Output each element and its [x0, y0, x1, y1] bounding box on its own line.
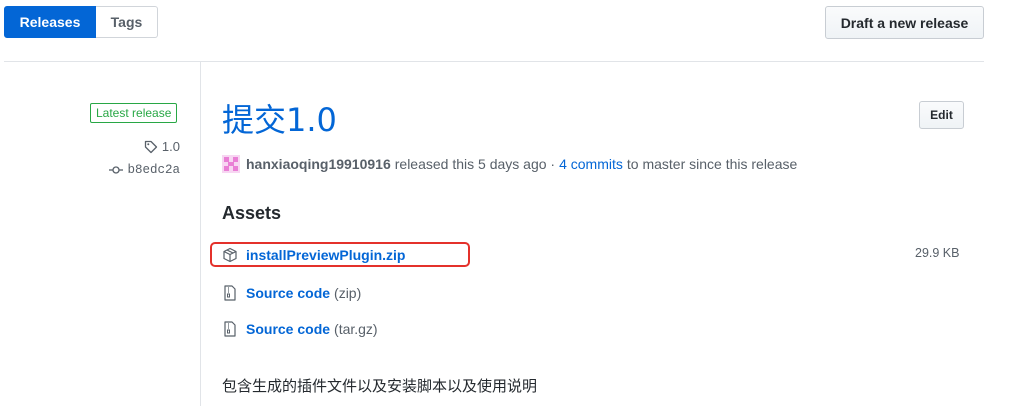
sidebar-divider [200, 62, 201, 406]
asset-ext: (tar.gz) [334, 321, 378, 337]
edit-button[interactable]: Edit [919, 101, 964, 129]
tab-tags[interactable]: Tags [96, 6, 158, 38]
commits-link[interactable]: 4 commits [559, 156, 623, 172]
file-zip-icon [224, 321, 236, 337]
release-tag-link[interactable]: 1.0 [144, 139, 180, 154]
release-byline: hanxiaoqing19910916 released this 5 days… [222, 155, 797, 173]
release-title[interactable]: 提交1.0 [222, 104, 337, 136]
asset-ext: (zip) [334, 285, 362, 301]
asset-name[interactable]: Source code [246, 321, 330, 337]
draft-new-release-button[interactable]: Draft a new release [825, 6, 984, 39]
divider [4, 61, 984, 62]
tag-label: 1.0 [161, 139, 180, 154]
file-zip-icon [224, 285, 236, 301]
released-text: released this 5 days ago · [394, 156, 556, 172]
asset-row[interactable]: Source code (tar.gz) [222, 321, 378, 337]
asset-row[interactable]: Source code (zip) [222, 285, 361, 301]
assets-heading: Assets [222, 203, 282, 223]
avatar[interactable] [222, 155, 240, 173]
commits-suffix: to master since this release [626, 156, 798, 172]
release-commit-link[interactable]: b8edc2a [109, 163, 180, 177]
highlight-box [210, 242, 470, 267]
git-commit-icon [109, 166, 124, 174]
release-description: 包含生成的插件文件以及安装脚本以及使用说明 [222, 377, 538, 395]
asset-name[interactable]: Source code [246, 285, 330, 301]
tag-icon [144, 140, 158, 153]
asset-size: 29.9 KB [915, 246, 960, 260]
release-tabs: Releases Tags [4, 6, 158, 38]
author-link[interactable]: hanxiaoqing19910916 [246, 156, 391, 172]
latest-release-badge: Latest release [90, 103, 178, 123]
commit-sha: b8edc2a [127, 163, 180, 177]
tab-releases[interactable]: Releases [4, 6, 96, 38]
